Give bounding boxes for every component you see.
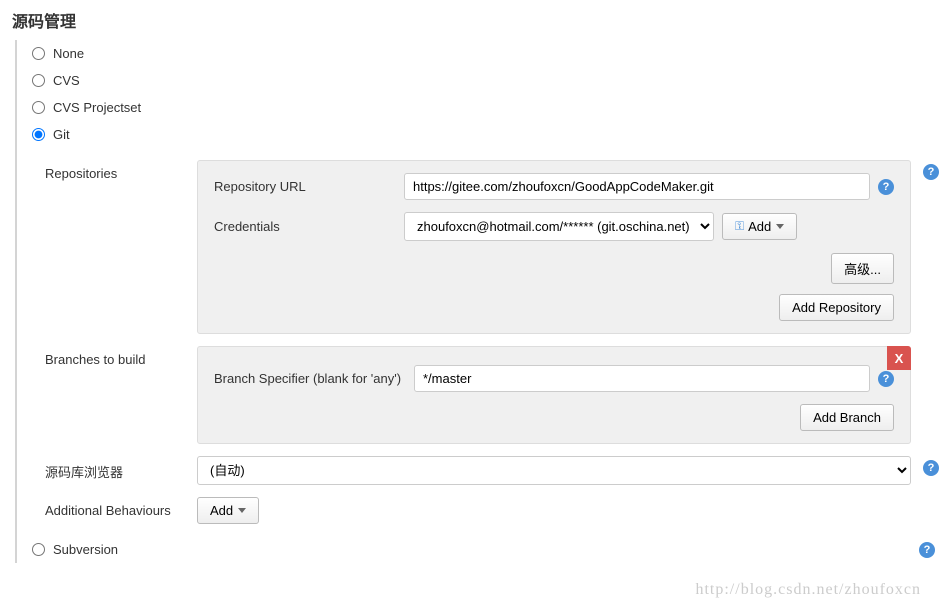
scm-option-subversion[interactable]: Subversion ? [27,536,941,563]
branch-specifier-label: Branch Specifier (blank for 'any') [214,371,414,386]
add-branch-button[interactable]: Add Branch [800,404,894,431]
section-title: 源码管理 [0,0,941,40]
radio-none[interactable] [32,47,45,60]
branches-label: Branches to build [27,346,197,367]
radio-subversion[interactable] [32,543,45,556]
radio-cvs[interactable] [32,74,45,87]
add-repository-button[interactable]: Add Repository [779,294,894,321]
radio-subversion-label: Subversion [53,542,118,557]
repo-url-input[interactable] [404,173,870,200]
radio-cvs-label: CVS [53,73,80,88]
help-icon[interactable]: ? [878,371,894,387]
repo-url-label: Repository URL [214,179,404,194]
chevron-down-icon [776,224,784,229]
branches-panel: X Branch Specifier (blank for 'any') ? A… [197,346,911,444]
radio-git-label: Git [53,127,70,142]
advanced-button[interactable]: 高级... [831,253,894,284]
chevron-down-icon [238,508,246,513]
key-icon: ⚿ [735,219,744,234]
help-icon[interactable]: ? [919,542,935,558]
scm-option-git[interactable]: Git [27,121,941,148]
help-icon[interactable]: ? [923,460,939,476]
additional-behaviours-label: Additional Behaviours [27,497,197,518]
credentials-label: Credentials [214,219,404,234]
help-icon[interactable]: ? [923,164,939,180]
browser-label: 源码库浏览器 [27,456,197,481]
repo-browser-select[interactable]: (自动) [197,456,911,485]
branch-specifier-input[interactable] [414,365,870,392]
repositories-label: Repositories [27,160,197,181]
credentials-select[interactable]: zhoufoxcn@hotmail.com/****** (git.oschin… [404,212,714,241]
help-icon[interactable]: ? [878,179,894,195]
radio-cvs-projectset-label: CVS Projectset [53,100,141,115]
add-credentials-label: Add [748,219,771,234]
radio-cvs-projectset[interactable] [32,101,45,114]
watermark: http://blog.csdn.net/zhoufoxcn [695,581,921,599]
add-behaviour-button[interactable]: Add [197,497,259,524]
radio-none-label: None [53,46,84,61]
add-behaviour-label: Add [210,503,233,518]
scm-option-none[interactable]: None [27,40,941,67]
add-credentials-button[interactable]: ⚿ Add [722,213,797,240]
repositories-panel: Repository URL ? Credentials zhoufoxcn@h… [197,160,911,334]
radio-git[interactable] [32,128,45,141]
scm-option-cvs-projectset[interactable]: CVS Projectset [27,94,941,121]
scm-option-cvs[interactable]: CVS [27,67,941,94]
